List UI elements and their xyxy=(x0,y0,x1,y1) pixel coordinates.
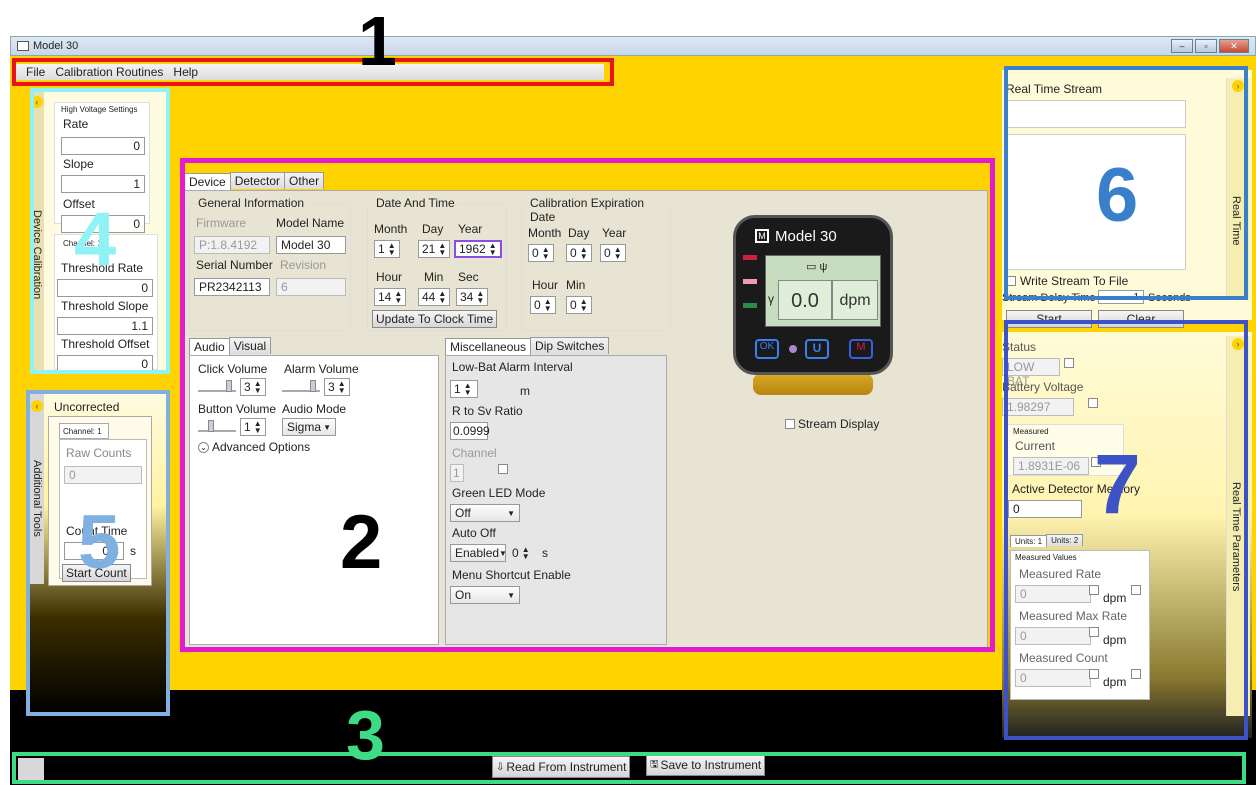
callout-6: 6 xyxy=(1096,153,1139,238)
callout-4: 4 xyxy=(74,197,117,282)
close-button[interactable]: ✕ xyxy=(1219,39,1249,53)
callout-2: 2 xyxy=(340,500,383,585)
callout-7: 7 xyxy=(1094,437,1141,531)
callout-5: 5 xyxy=(78,500,121,585)
title-bar: Model 30 – ▫ ✕ xyxy=(10,36,1256,56)
window-title: Model 30 xyxy=(33,40,79,52)
callout-3: 3 xyxy=(346,696,385,774)
maximize-button[interactable]: ▫ xyxy=(1195,39,1217,53)
callout-box-1 xyxy=(12,58,614,86)
app-icon xyxy=(17,41,29,51)
callout-box-3 xyxy=(12,752,1246,784)
minimize-button[interactable]: – xyxy=(1171,39,1193,53)
callout-box-2 xyxy=(180,158,995,652)
callout-1: 1 xyxy=(358,2,397,80)
